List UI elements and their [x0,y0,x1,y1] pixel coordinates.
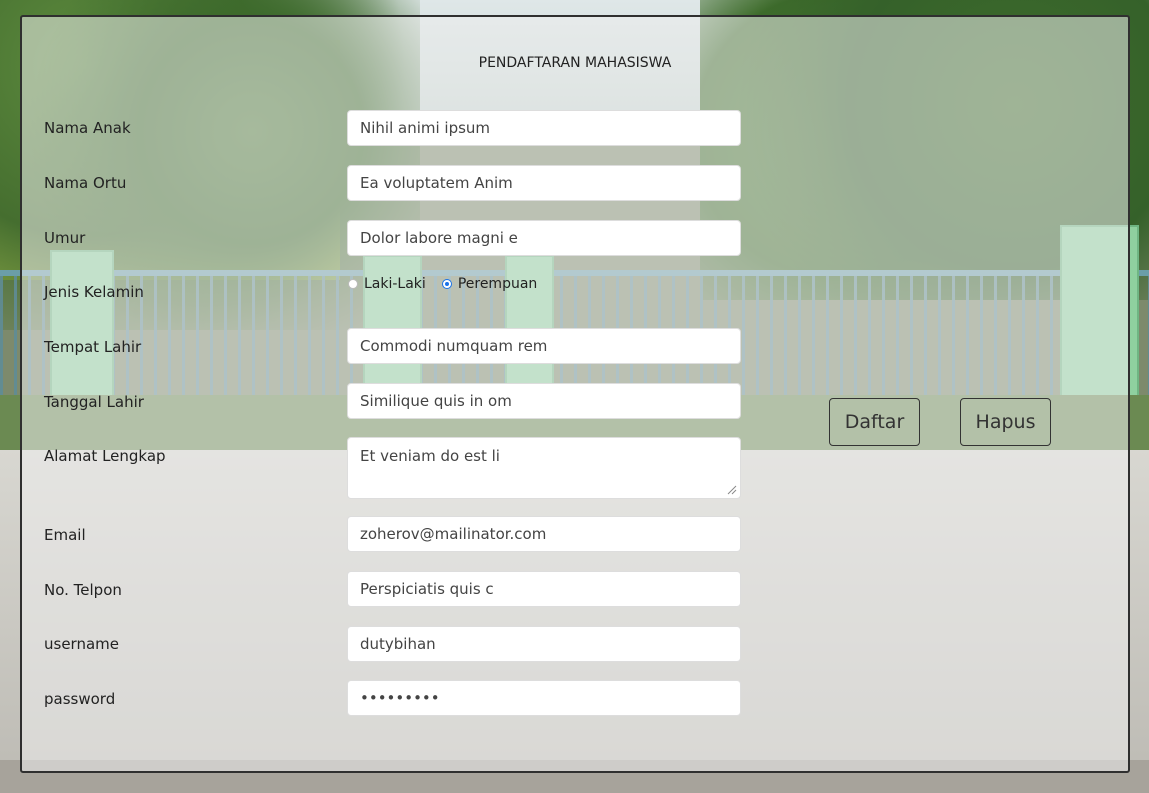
gender-radio-group: Laki-Laki Perempuan [348,276,547,292]
umur-input[interactable]: Dolor labore magni e [347,220,741,256]
daftar-button[interactable]: Daftar [829,398,920,446]
radio-laki-laki[interactable] [348,279,358,289]
resize-handle-icon[interactable] [727,485,737,495]
label-jenis-kelamin: Jenis Kelamin [44,283,144,301]
label-tanggal-lahir: Tanggal Lahir [44,393,144,411]
nama-ortu-input[interactable]: Ea voluptatem Anim [347,165,741,201]
nama-anak-input[interactable]: Nihil animi ipsum [347,110,741,146]
form-title: PENDAFTARAN MAHASISWA [478,55,672,71]
alamat-lengkap-text: Et veniam do est li [360,447,500,465]
label-alamat-lengkap: Alamat Lengkap [44,447,166,465]
hapus-button[interactable]: Hapus [960,398,1051,446]
label-nama-ortu: Nama Ortu [44,174,127,192]
label-nama-anak: Nama Anak [44,119,131,137]
label-email: Email [44,526,86,544]
label-username: username [44,635,119,653]
label-umur: Umur [44,229,86,247]
no-telpon-input[interactable]: Perspiciatis quis c [347,571,741,607]
radio-perempuan-label: Perempuan [457,276,538,292]
label-no-telpon: No. Telpon [44,581,122,599]
label-tempat-lahir: Tempat Lahir [44,338,142,356]
username-input[interactable]: dutybihan [347,626,741,662]
password-input[interactable]: ••••••••• [347,680,741,716]
radio-perempuan[interactable] [441,279,452,289]
tanggal-lahir-input[interactable]: Similique quis in om [347,383,741,419]
registration-form-panel: PENDAFTARAN MAHASISWA Nama Anak Nihil an… [20,15,1130,773]
alamat-lengkap-textarea[interactable]: Et veniam do est li [347,437,741,499]
label-password: password [44,690,116,708]
tempat-lahir-input[interactable]: Commodi numquam rem [347,328,741,364]
radio-laki-laki-label: Laki-Laki [364,276,426,292]
email-input[interactable]: zoherov@mailinator.com [347,516,741,552]
